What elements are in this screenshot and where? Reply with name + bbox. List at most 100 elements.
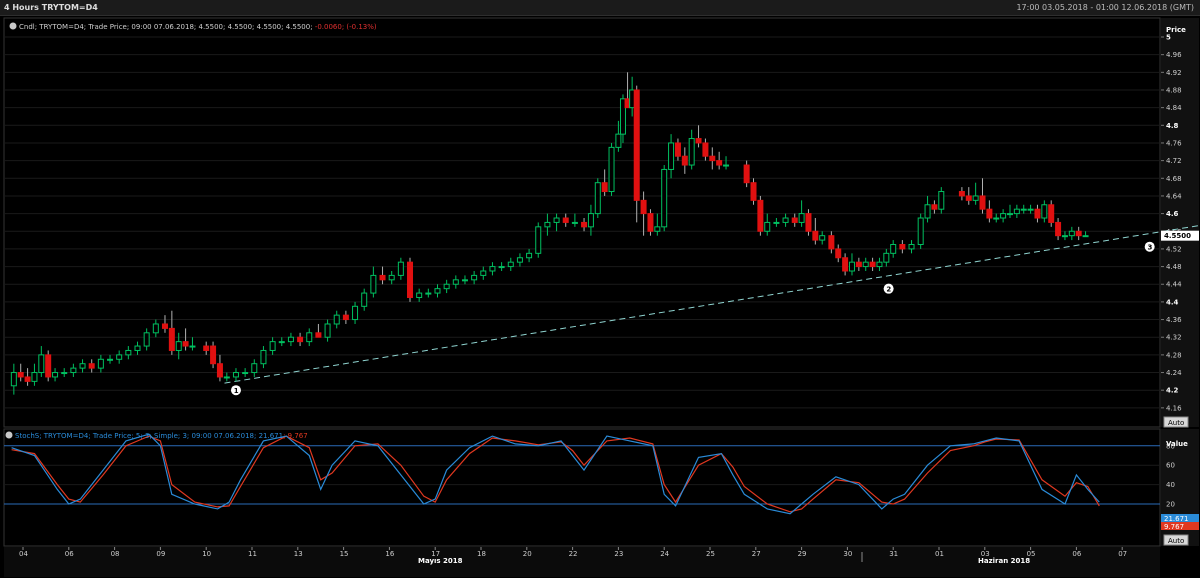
- candle-body: [251, 363, 258, 374]
- candle-body: [1082, 235, 1089, 238]
- stoch-legend-text: StochS; TRYTOM=D4; Trade Price; 5; 3; Si…: [15, 432, 259, 440]
- candle-body: [269, 341, 276, 351]
- price-tick-label: 5: [1166, 34, 1171, 42]
- svg-text:Cndl; TRYTOM=D4; Trade Price;: Cndl; TRYTOM=D4; Trade Price; 09:00 07.0…: [19, 23, 377, 31]
- price-tick-label: 4.52: [1166, 245, 1182, 253]
- time-tick-label: 31: [889, 550, 898, 558]
- candle-body: [594, 182, 601, 215]
- candle-body: [812, 230, 819, 241]
- price-axis-area[interactable]: [1161, 18, 1199, 427]
- price-tick-label: 4.32: [1166, 334, 1182, 342]
- candle-body: [1048, 204, 1055, 223]
- candle-body: [125, 349, 132, 356]
- candle-body: [143, 332, 150, 347]
- price-tick-label: 4.8: [1166, 122, 1179, 130]
- candle-body: [709, 155, 716, 162]
- candle-body: [452, 279, 459, 285]
- candle-body: [61, 372, 68, 375]
- candle-body: [134, 345, 141, 351]
- stoch-auto-label: Auto: [1168, 537, 1184, 545]
- candle-body: [1034, 208, 1041, 219]
- candle-body: [97, 358, 104, 369]
- candle-body: [688, 138, 695, 166]
- candle: [594, 178, 601, 219]
- candle-body: [79, 363, 86, 369]
- candle-body: [791, 217, 798, 223]
- candle-body: [443, 283, 450, 290]
- time-tick-label: 11: [248, 550, 257, 558]
- candle-body: [674, 142, 681, 157]
- last-price-tag: 4.5500: [1161, 230, 1199, 241]
- candle-body: [416, 292, 423, 298]
- stoch-plot-area[interactable]: [3, 428, 1161, 547]
- candle-body: [862, 261, 869, 268]
- candle: [1048, 200, 1055, 227]
- candle-body: [743, 164, 750, 184]
- candle-body: [782, 217, 789, 223]
- time-tick-label: 16: [385, 550, 394, 558]
- candle: [45, 350, 52, 382]
- candle-body: [899, 244, 906, 250]
- candle-body: [526, 252, 533, 259]
- candle-body: [702, 142, 709, 157]
- candle-body: [45, 354, 52, 378]
- candle-body: [31, 372, 38, 382]
- marker-1: 1: [230, 385, 241, 396]
- time-tick-label: 10: [202, 550, 211, 558]
- candle-body: [287, 336, 294, 343]
- candle-body: [116, 354, 123, 360]
- time-tick-label: 24: [660, 550, 669, 558]
- stoch-tick-label: 20: [1166, 501, 1175, 509]
- candle-body: [1006, 213, 1013, 216]
- candle-body: [958, 191, 965, 197]
- stoch-legend-d: ; 9.767: [283, 432, 308, 440]
- candle-body: [601, 182, 608, 193]
- time-tick-label: 27: [752, 550, 761, 558]
- chart-canvas: 4.16 4.2 4.24 4.28 4.32 4.36 4.4 4.44 4.48 4.52 4.…: [3, 17, 1200, 577]
- time-tick-label: 22: [569, 550, 578, 558]
- candle-body: [798, 213, 805, 223]
- marker-2: 2: [883, 283, 894, 294]
- candle-body: [681, 155, 688, 166]
- candle-body: [278, 341, 285, 344]
- candle-body: [917, 217, 924, 246]
- candle-body: [306, 332, 313, 343]
- candle-body: [535, 226, 542, 254]
- candle-body: [835, 248, 842, 259]
- candle-body: [333, 314, 340, 325]
- candle-body: [1068, 230, 1075, 237]
- candle-body: [471, 274, 478, 281]
- price-tick-label: 4.96: [1166, 51, 1182, 59]
- stoch-legend-k: 21.671: [259, 432, 284, 440]
- candle-body: [965, 195, 972, 201]
- candle-body: [668, 142, 675, 170]
- candle-body: [216, 363, 223, 378]
- time-tick-label: 23: [614, 550, 623, 558]
- candle-body: [480, 270, 487, 276]
- time-tick-label: 25: [706, 550, 715, 558]
- candle-body: [361, 292, 368, 307]
- candle-body: [654, 226, 661, 232]
- candle-body: [498, 266, 505, 269]
- candle-body: [315, 332, 322, 338]
- candle-body: [828, 235, 835, 250]
- candle-body: [571, 221, 578, 224]
- candle-body: [38, 354, 45, 374]
- time-tick-label: 07: [1118, 550, 1127, 558]
- candle-body: [855, 261, 862, 268]
- candle-body: [842, 257, 849, 272]
- date-range-label: 17:00 03.05.2018 - 01:00 12.06.2018 (GMT…: [1016, 3, 1194, 12]
- stoch-d-label: 9.767: [1164, 523, 1184, 531]
- candle-body: [1027, 208, 1034, 211]
- stoch-legend-settings-icon[interactable]: [5, 431, 13, 439]
- candle-body: [993, 217, 1000, 220]
- price-tick-label: 4.92: [1166, 69, 1182, 77]
- legend-settings-icon[interactable]: [9, 22, 17, 30]
- candle-body: [297, 336, 304, 343]
- candle-body: [924, 204, 931, 219]
- candle-body: [379, 274, 386, 281]
- candle-body: [750, 182, 757, 201]
- candle-body: [608, 146, 615, 193]
- month-label-june: Haziran 2018: [978, 557, 1030, 565]
- candle-body: [764, 221, 771, 232]
